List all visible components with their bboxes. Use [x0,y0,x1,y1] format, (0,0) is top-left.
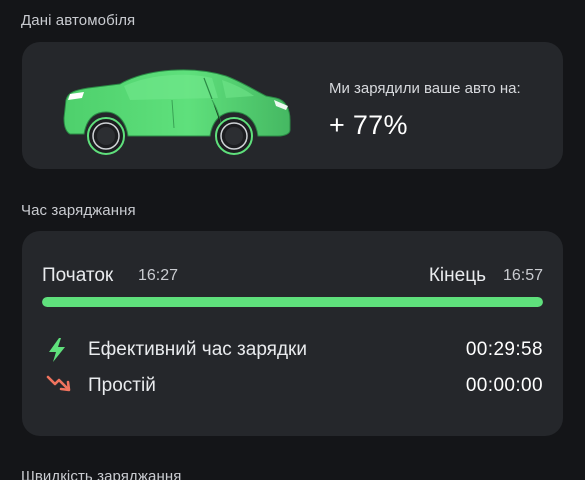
effective-time-value: 00:29:58 [465,339,543,360]
idle-time-value: 00:00:00 [465,375,543,396]
start-label: Початок [42,265,114,286]
section-title-charging-speed: Швидкість заряджання [21,468,182,480]
section-title-charging-time: Час заряджання [21,202,136,219]
charging-progress-bar [42,297,543,307]
lightning-icon [46,337,68,362]
start-end-row: Початок 16:27 Кінець 16:57 [42,263,543,289]
car-illustration [62,66,294,156]
charging-progress-fill [42,297,543,307]
start-time: 16:27 [138,267,179,284]
charged-percent: + 77% [329,110,408,140]
charging-time-card: Початок 16:27 Кінець 16:57 Ефективний ча… [22,231,563,436]
effective-time-label: Ефективний час зарядки [88,339,307,360]
effective-time-row: Ефективний час зарядки 00:29:58 [42,336,543,362]
end-time: 16:57 [502,267,543,284]
idle-time-row: Простій 00:00:00 [42,372,543,398]
section-title-car-data: Дані автомобіля [21,12,136,29]
end-label: Кінець [428,265,486,286]
trend-down-icon [46,373,71,397]
car-data-card: Ми зарядили ваше авто на: + 77% [22,42,563,169]
charged-caption: Ми зарядили ваше авто на: [329,80,521,97]
idle-time-label: Простій [88,375,156,396]
